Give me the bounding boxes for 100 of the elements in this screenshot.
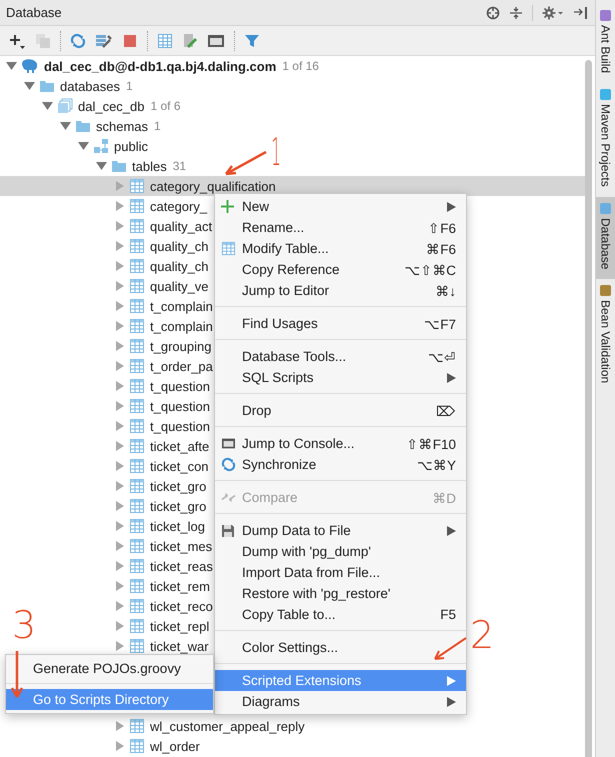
tree-item-label[interactable]: category_ (150, 198, 208, 214)
menu-item[interactable]: Drop ⌦ (215, 400, 466, 421)
tree-item-label[interactable]: public (114, 138, 148, 154)
selected-tree-row[interactable]: category_qualification (0, 176, 585, 196)
crosshair-icon[interactable] (486, 6, 500, 20)
expanded-arrow-icon[interactable] (96, 161, 107, 171)
collapse-icon[interactable] (509, 6, 523, 20)
collapsed-arrow-icon[interactable] (114, 641, 125, 651)
menu-item[interactable]: SQL Scripts (215, 367, 466, 388)
stop-icon[interactable] (122, 32, 138, 48)
edit-icon[interactable] (182, 32, 198, 48)
collapsed-arrow-icon[interactable] (114, 181, 125, 191)
collapsed-arrow-icon[interactable] (114, 541, 125, 551)
side-tab[interactable]: Maven Projects (596, 83, 615, 197)
collapsed-arrow-icon[interactable] (114, 461, 125, 471)
tree-item-label[interactable]: dal_cec_db@d-db1.qa.bj4.daling.com (44, 58, 276, 74)
tree-item-label[interactable]: ticket_gro (150, 478, 206, 494)
tree-item-label[interactable]: quality_ch (150, 258, 209, 274)
collapsed-arrow-icon[interactable] (114, 261, 125, 271)
tree-item-label[interactable]: ticket_log (150, 518, 205, 534)
menu-item[interactable]: Database Tools... ⌥⏎ (215, 346, 466, 367)
tree-item-label[interactable]: t_question (150, 398, 210, 414)
tree-item-label[interactable]: wl_customer_appeal_reply (150, 718, 305, 734)
side-tab[interactable]: Bean Validation (596, 279, 615, 394)
menu-item[interactable]: Import Data from File... (215, 562, 466, 583)
tree-item-label[interactable]: t_complain (150, 298, 213, 314)
collapsed-arrow-icon[interactable] (114, 301, 125, 311)
menu-item[interactable]: Synchronize ⌥⌘Y (215, 454, 466, 475)
tree-item-label[interactable]: t_grouping (150, 338, 212, 354)
wrench-icon[interactable] (95, 32, 113, 48)
menu-item[interactable]: New (215, 196, 466, 217)
tree-item-label[interactable]: t_question (150, 378, 210, 394)
menu-item[interactable]: Dump with 'pg_dump' (215, 541, 466, 562)
tree-item-label[interactable]: ticket_reco (150, 598, 213, 614)
tree-item-label[interactable]: quality_ch (150, 238, 209, 254)
tree-item-label[interactable]: ticket_con (150, 458, 209, 474)
menu-item[interactable]: Find Usages ⌥F7 (215, 313, 466, 334)
collapsed-arrow-icon[interactable] (114, 241, 125, 251)
tree-item-label[interactable]: databases (60, 78, 120, 94)
side-tab[interactable]: Database (596, 196, 615, 280)
menu-item[interactable]: Copy Reference ⌥⇧⌘C (215, 259, 466, 280)
collapsed-arrow-icon[interactable] (114, 501, 125, 511)
collapsed-arrow-icon[interactable] (114, 321, 125, 331)
tree-item-label[interactable]: tables (132, 158, 167, 174)
collapsed-arrow-icon[interactable] (114, 481, 125, 491)
menu-item[interactable]: Jump to Editor ⌘↓ (215, 280, 466, 301)
collapsed-arrow-icon[interactable] (114, 401, 125, 411)
table-icon[interactable] (157, 32, 173, 48)
tree-item-label[interactable]: ticket_gro (150, 498, 206, 514)
console-icon[interactable] (207, 32, 225, 48)
collapsed-arrow-icon[interactable] (114, 201, 125, 211)
collapsed-arrow-icon[interactable] (114, 721, 125, 731)
expanded-arrow-icon[interactable] (60, 121, 71, 131)
collapsed-arrow-icon[interactable] (114, 381, 125, 391)
expanded-arrow-icon[interactable] (42, 101, 53, 111)
collapsed-arrow-icon[interactable] (114, 341, 125, 351)
tree-item-label[interactable]: quality_act (150, 218, 212, 234)
tree-item-label[interactable]: ticket_repl (150, 618, 210, 634)
side-tab[interactable]: Ant Build (596, 4, 615, 84)
menu-item[interactable]: Jump to Console... ⇧⌘F10 (215, 433, 466, 454)
tree-item-label[interactable]: quality_ve (150, 278, 209, 294)
menu-item[interactable]: Diagrams (215, 691, 466, 712)
collapsed-arrow-icon[interactable] (114, 421, 125, 431)
tree-item-label[interactable]: ticket_war (150, 638, 209, 654)
collapsed-arrow-icon[interactable] (114, 281, 125, 291)
menu-item[interactable]: Color Settings... (215, 637, 466, 658)
refresh-icon[interactable] (70, 32, 86, 48)
collapsed-arrow-icon[interactable] (114, 361, 125, 371)
tree-item-label[interactable]: t_order_pa (150, 358, 213, 374)
copy-icon[interactable] (35, 32, 51, 48)
scrollbar[interactable] (585, 60, 592, 757)
tree-item-label[interactable]: ticket_mes (150, 538, 212, 554)
collapsed-arrow-icon[interactable] (114, 521, 125, 531)
tree-item-label[interactable]: ticket_reas (150, 558, 213, 574)
collapsed-arrow-icon[interactable] (114, 741, 125, 751)
collapsed-arrow-icon[interactable] (114, 221, 125, 231)
expanded-arrow-icon[interactable] (6, 61, 17, 71)
hide-icon[interactable] (573, 6, 589, 20)
tree-item-label[interactable]: wl_order (150, 738, 200, 754)
tree-item-label[interactable]: ticket_rem (150, 578, 210, 594)
tree-item-label[interactable]: schemas (96, 118, 148, 134)
menu-item[interactable]: Rename... ⇧F6 (215, 217, 466, 238)
tree-item-label[interactable]: t_question (150, 418, 210, 434)
tree-item-label[interactable]: dal_cec_db (78, 98, 144, 114)
settings-icon[interactable] (542, 6, 564, 20)
menu-item[interactable]: Generate POJOs.groovy (6, 658, 213, 679)
tree-item-label[interactable]: ticket_afte (150, 438, 210, 454)
collapsed-arrow-icon[interactable] (114, 561, 125, 571)
menu-item[interactable]: Dump Data to File (215, 520, 466, 541)
collapsed-arrow-icon[interactable] (114, 601, 125, 611)
collapsed-arrow-icon[interactable] (114, 621, 125, 631)
expanded-arrow-icon[interactable] (24, 81, 35, 91)
menu-item[interactable]: Modify Table... ⌘F6 (215, 238, 466, 259)
filter-icon[interactable] (244, 32, 260, 48)
tree-item-label[interactable]: t_complain (150, 318, 213, 334)
menu-item[interactable]: Restore with 'pg_restore' (215, 583, 466, 604)
tree-item-label[interactable]: category_qualification (150, 178, 276, 194)
menu-item[interactable]: Copy Table to... F5 (215, 604, 466, 625)
collapsed-arrow-icon[interactable] (114, 581, 125, 591)
expanded-arrow-icon[interactable] (78, 141, 89, 151)
